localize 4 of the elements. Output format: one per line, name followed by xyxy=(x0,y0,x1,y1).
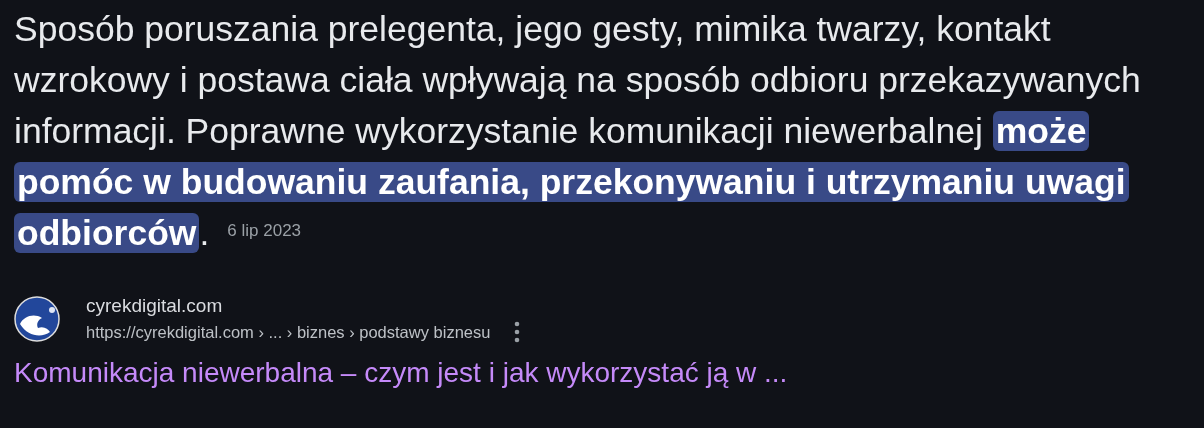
result-title-link[interactable]: Komunikacja niewerbalna – czym jest i jak wykorzystać ją w ... xyxy=(14,357,788,389)
snippet-date: 6 lip 2023 xyxy=(227,220,302,242)
site-name[interactable]: cyrekdigital.com xyxy=(86,295,521,317)
site-url[interactable]: https://cyrekdigital.com › ... › biznes › podstawy biznesu xyxy=(86,322,491,342)
